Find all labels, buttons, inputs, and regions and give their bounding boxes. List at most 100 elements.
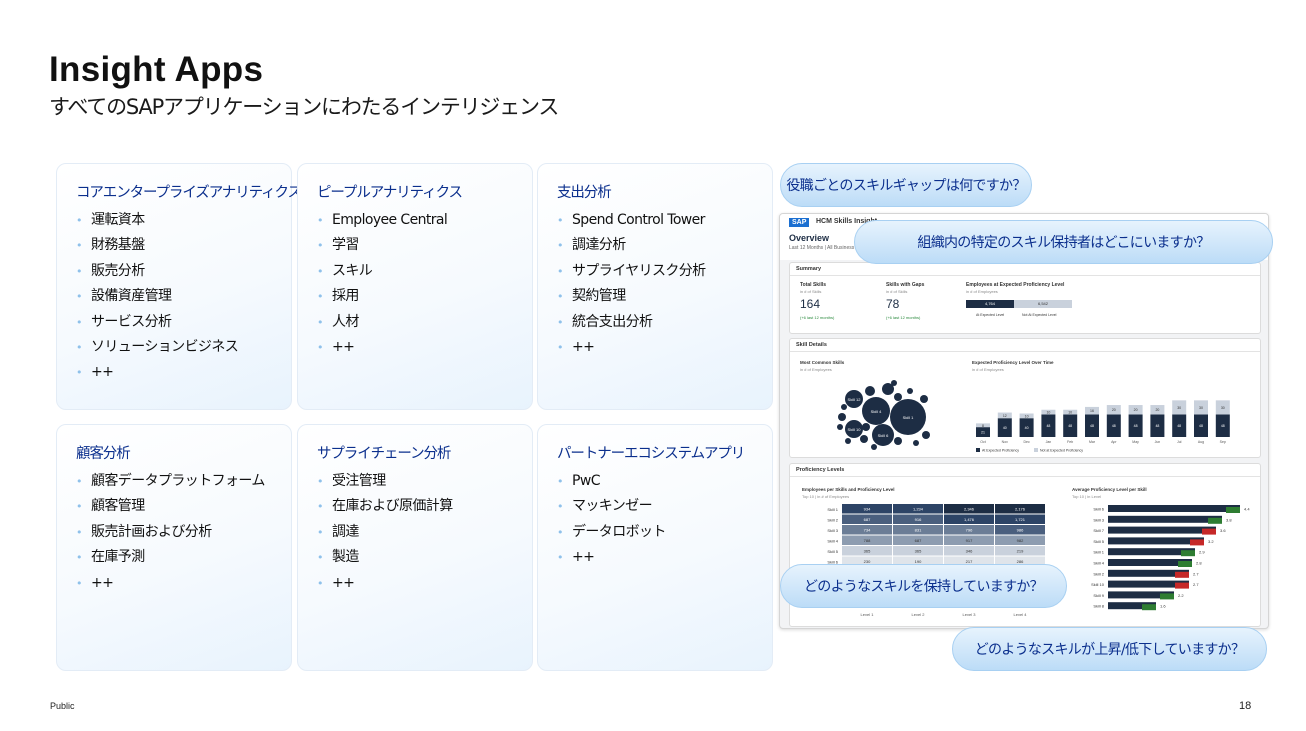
month-tick-label: Oct (980, 440, 985, 444)
avg-bar (1108, 505, 1240, 512)
list-item: • スキル (317, 259, 447, 284)
list-item: • PwC (557, 469, 666, 494)
employees-level-unit: in # of Employees (966, 289, 998, 294)
list-item-label: 統合支出分析 (572, 313, 653, 330)
heatmap-cell-value: 346 (966, 549, 973, 554)
avg-value-label: 1.6 (1160, 604, 1166, 609)
bar-label: 48 (1155, 424, 1159, 428)
heatmap-cell-value: 1,234 (913, 507, 924, 512)
question-bubble: どのようなスキルが上昇/低下していますか？ (952, 627, 1267, 671)
total-skills-unit: in # of Skills (800, 289, 822, 294)
month-tick-label: Jan (1046, 440, 1052, 444)
bar-label: 20 (1134, 408, 1138, 412)
list-item-label: 在庫および原価計算 (332, 498, 453, 515)
card-title: 顧客分析 (76, 446, 131, 462)
avg-deviation-bar (1226, 507, 1240, 513)
heatmap-title: Employees per Skills and Proficiency Lev… (802, 487, 895, 492)
bar-label: 10 (1068, 411, 1072, 415)
month-tick-label: Dec (1023, 440, 1029, 444)
bubble-label: Skill 4 (871, 409, 882, 414)
list-item: • 採用 (317, 284, 447, 309)
heatmap-row-label: Skill 2 (827, 518, 838, 523)
list-item-label: ソリューションビジネス (91, 339, 239, 356)
bar-label: 30 (1221, 406, 1225, 410)
legend-not-at-level: Not At Expected Level (1022, 313, 1057, 317)
list-item-label: 学習 (332, 237, 359, 254)
legend-at-level: At Expected Level (976, 313, 1005, 317)
list-item: • 製造 (317, 545, 453, 570)
legend-swatch (1034, 448, 1038, 452)
list-item-label: ++ (332, 574, 355, 591)
list-item-label: 人材 (332, 313, 359, 330)
list-item-label: 運転資本 (91, 212, 145, 228)
card-title: 支出分析 (557, 185, 612, 201)
avg-deviation-bar (1208, 517, 1222, 524)
card-list: • 顧客データプラットフォーム • 顧客管理 • 販売計画および分析 • 在庫予測 • +… (76, 469, 265, 596)
bullet-icon: • (557, 315, 563, 329)
avg-deviation-bar (1160, 593, 1174, 600)
bullet-icon: • (317, 315, 323, 329)
list-item: • 財務基盤 (76, 233, 238, 258)
bar-label: 21 (981, 431, 985, 435)
bullet-icon: • (76, 366, 82, 380)
avg-bar (1108, 526, 1216, 534)
avg-value-label: 2.9 (1199, 550, 1205, 555)
bar-label: 40 (1025, 426, 1029, 430)
card-list: • 受注管理 • 在庫および原価計算 • 調達 • 製造 • ++ (317, 469, 453, 596)
list-item-label: 顧客データプラットフォーム (91, 473, 265, 489)
list-item: • ++ (557, 335, 706, 360)
not-at-level-bar: 6,542 (1014, 300, 1072, 308)
avg-row-label: Skill 9 (1093, 593, 1104, 598)
bar-label: 20 (1112, 408, 1116, 412)
at-level-bar: 4,764 (966, 300, 1014, 308)
heatmap-cell-value: 917 (966, 538, 973, 543)
heatmap-cell-value: 365 (915, 549, 922, 554)
list-item-label: データロボット (572, 523, 666, 540)
bullet-icon: • (76, 341, 82, 355)
month-tick-label: Sep (1220, 440, 1226, 444)
bar-label: 48 (1177, 424, 1181, 428)
heatmap-cell-value: 1,721 (1015, 517, 1026, 522)
month-tick-label: Jun (1155, 440, 1161, 444)
card-people-analytics: ピープルアナリティクス • Employee Central • 学習 • スキル •… (297, 163, 533, 410)
card-title: コアエンタープライズアナリティクス (76, 185, 302, 201)
heatmap-cell-value: 831 (915, 528, 922, 533)
avg-value-label: 2.8 (1196, 561, 1202, 566)
bullet-icon: • (557, 475, 563, 488)
divider (790, 476, 1260, 477)
month-tick-label: Feb (1067, 440, 1073, 444)
skills-gaps-label: Skills with Gaps (886, 282, 925, 288)
total-skills-label: Total Skills (800, 282, 827, 288)
heatmap-row-label: Skill 1 (827, 507, 838, 512)
list-item-label: 契約管理 (572, 288, 626, 305)
bubble-label: Skill 6 (878, 433, 889, 438)
month-tick-label: Aug (1198, 440, 1204, 444)
bullet-icon: • (317, 576, 323, 590)
heatmap-cell-value: 734 (864, 528, 871, 533)
heatmap-cell-value: 982 (1017, 538, 1024, 543)
bar-label: 30 (1177, 406, 1181, 410)
card-supply-chain-analytics: サプライチェーン分析 • 受注管理 • 在庫および原価計算 • 調達 • 製造 • ++ (297, 424, 533, 671)
card-spend-analytics: 支出分析 • Spend Control Tower • 調達分析 • サプライヤリス… (537, 163, 773, 410)
legend-label: At Expected Proficiency (982, 449, 1019, 453)
list-item: • 統合支出分析 (557, 310, 706, 335)
avg-unit: Top 10 | in Level (1072, 494, 1102, 499)
list-item: • 顧客データプラットフォーム (76, 469, 265, 494)
most-common-unit: in # of Employees (800, 367, 832, 372)
list-item-label: 販売分析 (91, 262, 145, 279)
bullet-icon: • (317, 500, 323, 514)
list-item: • 設備資産管理 (76, 284, 238, 309)
bar-label: 16 (1090, 409, 1094, 413)
list-item-label: ++ (572, 339, 595, 356)
bullet-icon: • (76, 315, 82, 329)
list-item: • ++ (557, 545, 666, 570)
list-item: • 運転資本 (76, 208, 238, 233)
list-item-label: 在庫予測 (91, 549, 145, 566)
question-bubble: どのようなスキルを保持していますか？ (780, 564, 1067, 608)
bullet-icon: • (317, 525, 323, 539)
heatmap-cell-value: 916 (915, 517, 922, 522)
list-item-label: マッキンゼー (572, 498, 653, 515)
summary-panel: Summary Total Skills in # of Skills 164 … (789, 262, 1261, 334)
list-item: • 学習 (317, 233, 447, 258)
bar-label: 48 (1090, 424, 1094, 428)
